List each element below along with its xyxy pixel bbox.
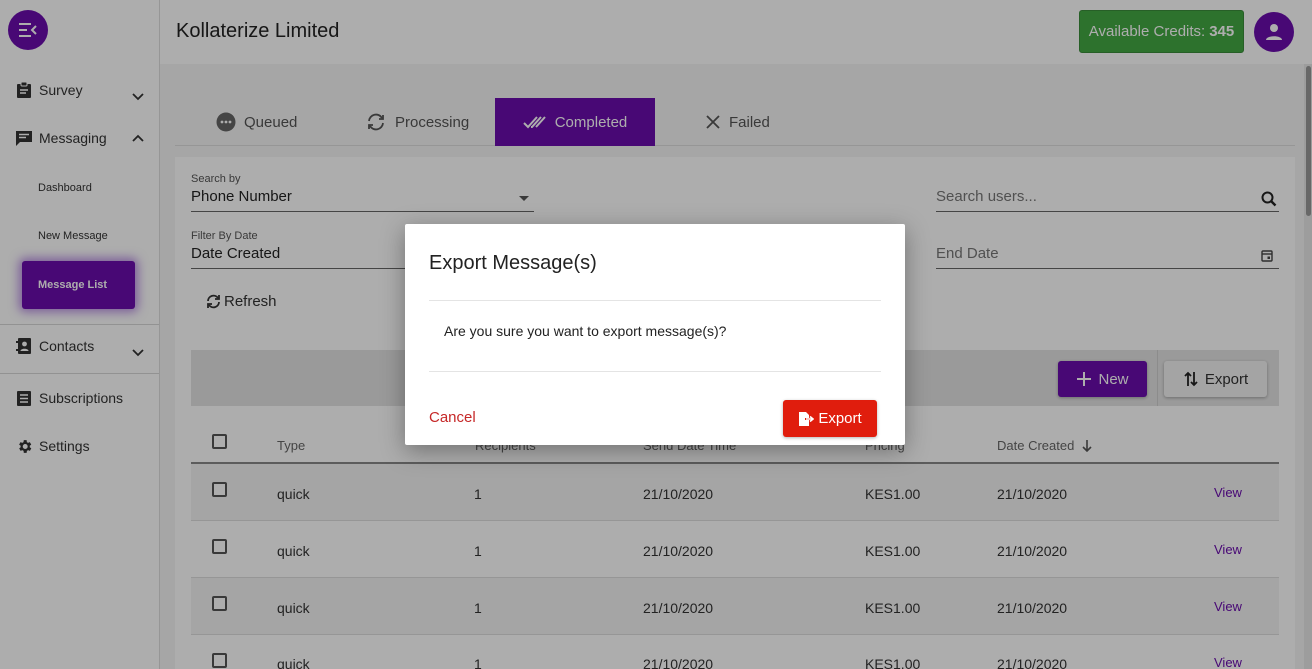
cancel-button[interactable]: Cancel bbox=[429, 409, 476, 426]
export-label: Export bbox=[818, 410, 862, 427]
export-dialog: Export Message(s) Are you sure you want … bbox=[405, 224, 905, 445]
dialog-divider bbox=[429, 300, 881, 301]
dialog-divider bbox=[429, 371, 881, 372]
dialog-title: Export Message(s) bbox=[429, 252, 597, 274]
file-export-icon bbox=[798, 411, 815, 427]
dialog-message: Are you sure you want to export message(… bbox=[444, 323, 727, 339]
confirm-export-button[interactable]: Export bbox=[783, 400, 877, 437]
